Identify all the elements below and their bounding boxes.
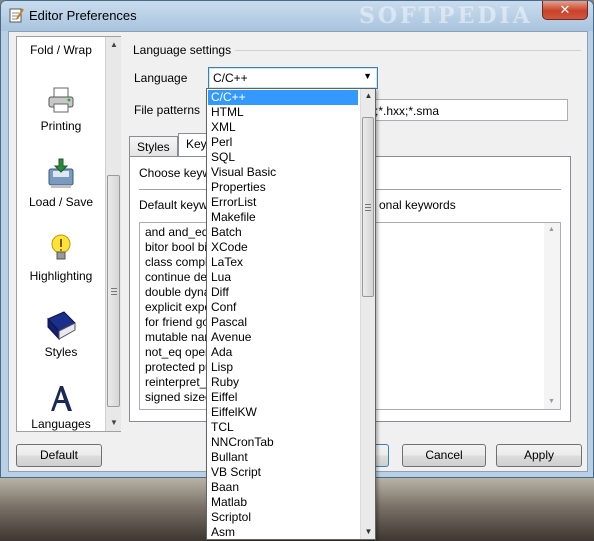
file-patterns-label: File patterns bbox=[134, 103, 201, 117]
nav-item-printing[interactable]: Printing bbox=[17, 85, 105, 133]
keyword-line: explicit expo bbox=[145, 300, 212, 314]
load-save-icon bbox=[48, 158, 74, 188]
nav-item-languages[interactable]: Languages bbox=[17, 383, 105, 431]
keyword-line: mutable nam bbox=[145, 330, 215, 344]
language-option[interactable]: Baan bbox=[208, 480, 358, 495]
cancel-button[interactable]: Cancel bbox=[402, 444, 486, 467]
notepad-icon bbox=[9, 8, 24, 23]
language-option[interactable]: VB Script bbox=[208, 465, 358, 480]
scroll-thumb[interactable] bbox=[362, 117, 374, 297]
scroll-down-icon[interactable]: ▼ bbox=[548, 398, 555, 405]
language-option[interactable]: Batch bbox=[208, 225, 358, 240]
scroll-down-icon[interactable]: ▼ bbox=[361, 525, 375, 539]
nav-item-label: Styles bbox=[44, 345, 78, 359]
scroll-up-icon[interactable]: ▲ bbox=[361, 89, 375, 103]
scroll-down-icon[interactable]: ▼ bbox=[106, 415, 122, 431]
default-keywords-label: Default keyw bbox=[139, 198, 208, 212]
scroll-thumb[interactable] bbox=[107, 175, 120, 407]
language-option[interactable]: XML bbox=[208, 120, 358, 135]
keywords-scrollbar[interactable]: ▲ ▼ bbox=[544, 223, 560, 409]
nav-scrollbar[interactable]: ▲ ▼ bbox=[105, 37, 121, 431]
keyword-line: protected pu bbox=[145, 360, 212, 374]
keyword-line: double dyna bbox=[145, 285, 211, 299]
keyword-line: not_eq oper bbox=[145, 345, 210, 359]
language-option[interactable]: Avenue bbox=[208, 330, 358, 345]
language-option[interactable]: Properties bbox=[208, 180, 358, 195]
language-option[interactable]: Scriptol bbox=[208, 510, 358, 525]
language-option[interactable]: SQL bbox=[208, 150, 358, 165]
keyword-line: reinterpret_c bbox=[145, 375, 213, 389]
nav-item-label: Languages bbox=[31, 417, 91, 431]
group-title: Language settings bbox=[133, 43, 232, 57]
language-option[interactable]: C/C++ bbox=[208, 90, 358, 105]
file-patterns-value: ;*.hxx;*.sma bbox=[375, 104, 440, 118]
nav-item-highlighting[interactable]: Highlighting bbox=[17, 233, 105, 283]
language-option[interactable]: Matlab bbox=[208, 495, 358, 510]
window-title: Editor Preferences bbox=[29, 8, 137, 23]
font-a-icon bbox=[51, 386, 72, 411]
apply-button[interactable]: Apply bbox=[496, 444, 582, 467]
lightbulb-icon bbox=[51, 234, 71, 260]
language-option[interactable]: Perl bbox=[208, 135, 358, 150]
language-option[interactable]: Ada bbox=[208, 345, 358, 360]
tab-styles[interactable]: Styles bbox=[129, 136, 178, 157]
language-option[interactable]: Bullant bbox=[208, 450, 358, 465]
dropdown-scrollbar[interactable]: ▲ ▼ bbox=[360, 89, 375, 539]
language-option[interactable]: Lisp bbox=[208, 360, 358, 375]
language-option[interactable]: Pascal bbox=[208, 315, 358, 330]
category-list: Fold / Wrap Printing Load / Save Highlig… bbox=[16, 36, 121, 432]
printer-icon bbox=[48, 87, 74, 113]
nav-item-styles[interactable]: Styles bbox=[17, 309, 105, 359]
nav-item-label: Highlighting bbox=[29, 269, 93, 283]
language-select-value: C/C++ bbox=[213, 71, 248, 85]
nav-item-label: Load / Save bbox=[28, 195, 94, 209]
keyword-line: signed sizeo bbox=[145, 390, 212, 404]
language-option[interactable]: LaTex bbox=[208, 255, 358, 270]
language-option[interactable]: Ruby bbox=[208, 375, 358, 390]
tab-label: Styles bbox=[137, 140, 170, 154]
language-option[interactable]: XCode bbox=[208, 240, 358, 255]
nav-item-load-save[interactable]: Load / Save bbox=[17, 157, 105, 209]
language-dropdown-list[interactable]: C/C++ HTML XML Perl SQL Visual Basic Pro… bbox=[206, 88, 376, 540]
book-icon bbox=[47, 311, 76, 341]
group-divider bbox=[235, 50, 581, 51]
close-button[interactable]: ✕ bbox=[542, 1, 588, 20]
keyword-line: bitor bool bi bbox=[145, 240, 208, 254]
language-option[interactable]: NNCronTab bbox=[208, 435, 358, 450]
nav-item-label: Printing bbox=[40, 119, 82, 133]
nav-item-label: Fold / Wrap bbox=[30, 43, 92, 57]
language-label: Language bbox=[134, 71, 188, 85]
language-select[interactable]: C/C++ ▼ bbox=[208, 67, 378, 89]
scroll-up-icon[interactable]: ▲ bbox=[106, 37, 122, 53]
choose-keyword-label: Choose keyw bbox=[139, 166, 212, 180]
language-option[interactable]: Makefile bbox=[208, 210, 358, 225]
language-option[interactable]: ErrorList bbox=[208, 195, 358, 210]
default-button[interactable]: Default bbox=[16, 444, 102, 467]
language-option[interactable]: Asm bbox=[208, 525, 358, 539]
language-option[interactable]: HTML bbox=[208, 105, 358, 120]
keyword-line: continue de bbox=[145, 270, 208, 284]
language-option[interactable]: Eiffel bbox=[208, 390, 358, 405]
keyword-line: class compl bbox=[145, 255, 208, 269]
language-option[interactable]: Visual Basic bbox=[208, 165, 358, 180]
additional-keywords-label: onal keywords bbox=[379, 198, 456, 212]
language-option[interactable]: EiffelKW bbox=[208, 405, 358, 420]
scroll-up-icon[interactable]: ▲ bbox=[548, 226, 555, 233]
keyword-line: for friend go bbox=[145, 315, 210, 329]
title-bar[interactable]: Editor Preferences SOFTPEDIA ✕ bbox=[1, 1, 593, 31]
language-option[interactable]: Lua bbox=[208, 270, 358, 285]
nav-item-fold-wrap[interactable]: Fold / Wrap bbox=[17, 43, 105, 57]
language-option[interactable]: TCL bbox=[208, 420, 358, 435]
keyword-line: and and_eq bbox=[145, 225, 209, 239]
language-option[interactable]: Conf bbox=[208, 300, 358, 315]
language-option[interactable]: Diff bbox=[208, 285, 358, 300]
chevron-down-icon[interactable]: ▼ bbox=[363, 71, 372, 81]
watermark: SOFTPEDIA bbox=[359, 3, 533, 29]
